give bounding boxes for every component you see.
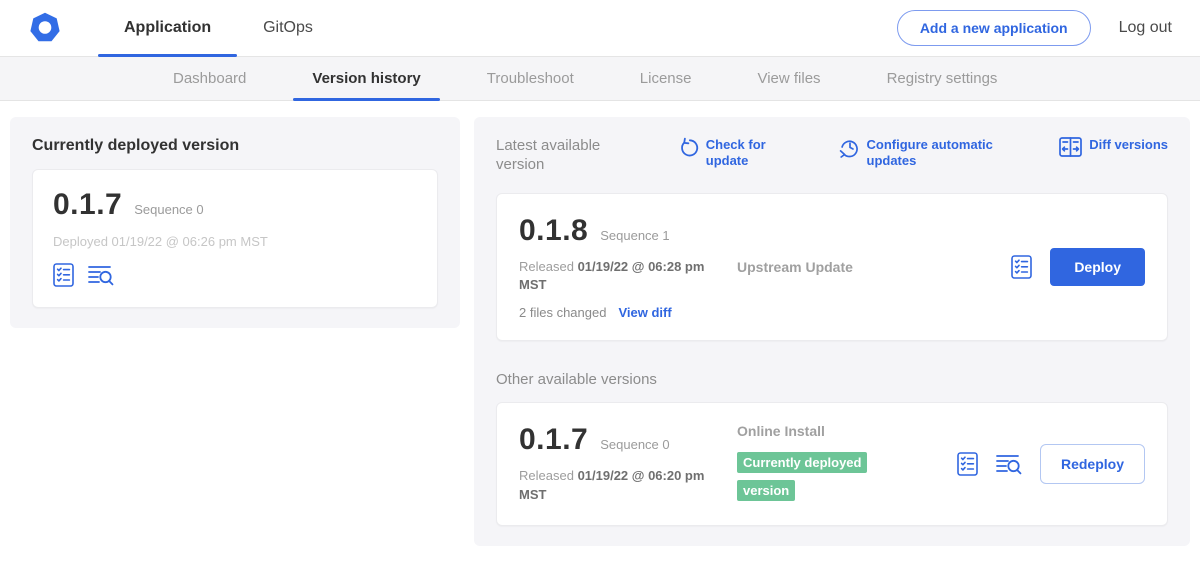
other-version-card: 0.1.7 Sequence 0 Released 01/19/22 @ 06:… <box>496 402 1168 526</box>
latest-released-text: Released 01/19/22 @ 06:28 pm MST <box>519 258 724 296</box>
deploy-logs-icon[interactable] <box>996 453 1022 476</box>
header-right: Add a new application Log out <box>897 0 1172 56</box>
other-released-text: Released 01/19/22 @ 06:20 pm MST <box>519 467 724 505</box>
available-header: Latest available version Check for updat… <box>496 137 1168 175</box>
deployed-version-number: 0.1.7 <box>53 188 122 222</box>
deployed-sequence-label: Sequence 0 <box>134 202 203 217</box>
subnav-item-dashboard[interactable]: Dashboard <box>140 57 279 100</box>
add-new-application-button[interactable]: Add a new application <box>897 10 1091 46</box>
diff-versions-link[interactable]: Diff versions <box>1059 137 1168 157</box>
main-content: Currently deployed version 0.1.7 Sequenc… <box>0 101 1200 562</box>
latest-version-card: 0.1.8 Sequence 1 Released 01/19/22 @ 06:… <box>496 193 1168 342</box>
app-logo[interactable] <box>28 0 62 56</box>
deployed-date-text: Deployed 01/19/22 @ 06:26 pm MST <box>53 234 417 249</box>
tab-gitops[interactable]: GitOps <box>237 0 339 56</box>
deployed-version-card: 0.1.7 Sequence 0 Deployed 01/19/22 @ 06:… <box>32 169 438 308</box>
other-version-number: 0.1.7 <box>519 423 588 457</box>
available-versions-panel: Latest available version Check for updat… <box>474 117 1190 546</box>
view-diff-link[interactable]: View diff <box>618 305 671 320</box>
check-for-update-link[interactable]: Check for update <box>679 137 786 168</box>
preflight-checklist-icon[interactable] <box>53 263 74 287</box>
tab-application[interactable]: Application <box>98 0 237 56</box>
other-source-label: Online Install <box>737 423 957 439</box>
subnav-item-troubleshoot[interactable]: Troubleshoot <box>454 57 607 100</box>
currently-deployed-badge: Currently deployed version <box>737 452 867 501</box>
scheduled-refresh-icon <box>839 137 860 158</box>
subnav-item-license[interactable]: License <box>607 57 725 100</box>
latest-source-label: Upstream Update <box>737 259 1011 275</box>
deploy-button[interactable]: Deploy <box>1050 248 1145 286</box>
diff-columns-icon <box>1059 137 1082 157</box>
configure-automatic-updates-link[interactable]: Configure automatic updates <box>839 137 1007 168</box>
currently-deployed-panel: Currently deployed version 0.1.7 Sequenc… <box>10 117 460 328</box>
refresh-icon <box>679 137 699 158</box>
preflight-checklist-icon[interactable] <box>1011 255 1032 279</box>
subnav-item-version-history[interactable]: Version history <box>279 57 453 100</box>
latest-version-number: 0.1.8 <box>519 214 588 248</box>
files-changed-text: 2 files changed <box>519 305 606 320</box>
preflight-checklist-icon[interactable] <box>957 452 978 476</box>
currently-deployed-title: Currently deployed version <box>32 137 438 155</box>
latest-sequence-label: Sequence 1 <box>600 228 669 243</box>
top-header: Application GitOps Add a new application… <box>0 0 1200 57</box>
redeploy-button[interactable]: Redeploy <box>1040 444 1145 484</box>
kots-logo-icon <box>28 11 62 45</box>
subnav-item-registry-settings[interactable]: Registry settings <box>854 57 1031 100</box>
subnav-item-view-files[interactable]: View files <box>724 57 853 100</box>
deploy-logs-icon[interactable] <box>88 264 114 287</box>
app-subnav: Dashboard Version history Troubleshoot L… <box>0 57 1200 101</box>
other-sequence-label: Sequence 0 <box>600 437 669 452</box>
logout-button[interactable]: Log out <box>1119 19 1172 37</box>
latest-available-title: Latest available version <box>496 137 626 175</box>
other-available-versions-title: Other available versions <box>496 371 1168 388</box>
top-tabs: Application GitOps <box>98 0 339 56</box>
